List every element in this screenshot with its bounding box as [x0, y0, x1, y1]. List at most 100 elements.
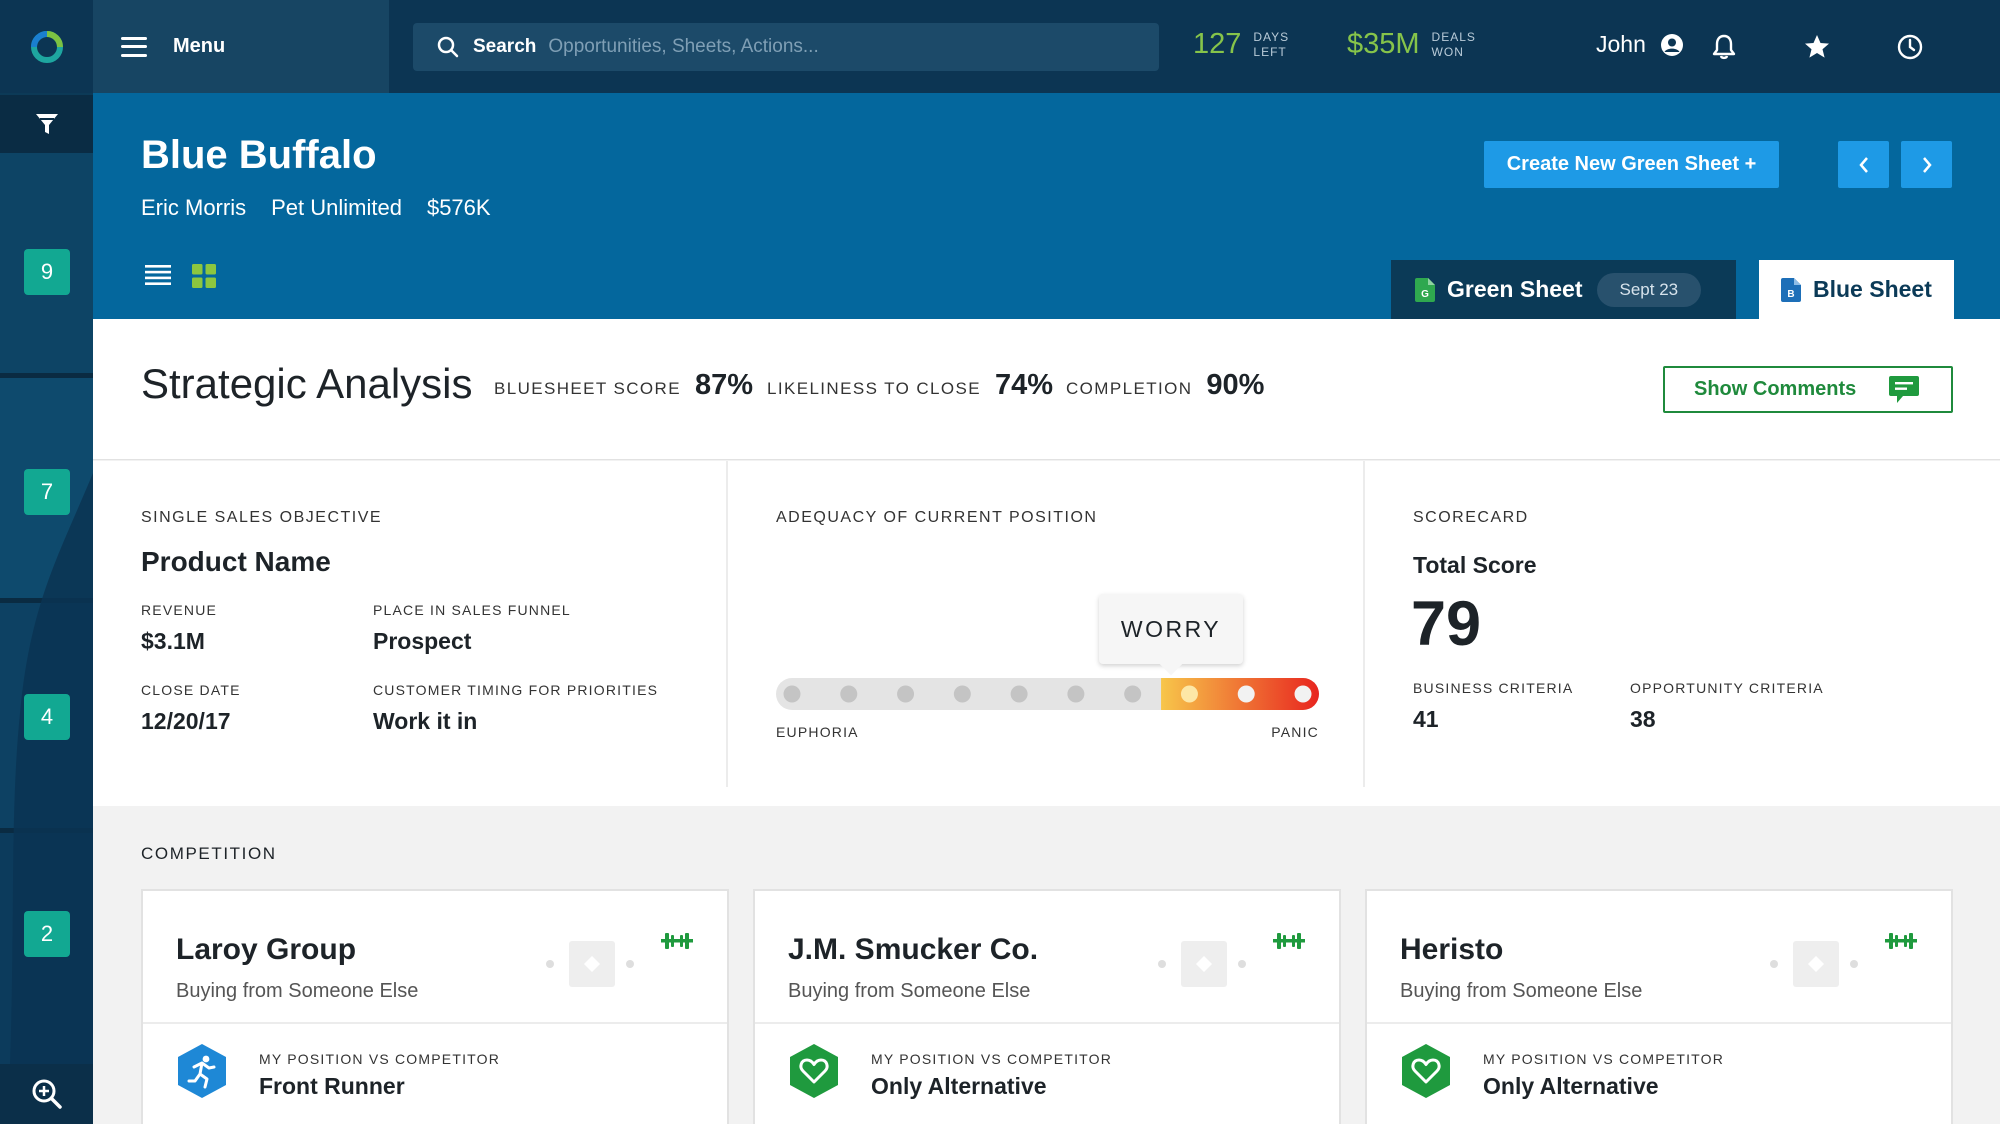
- days-left-kpi: 127 DAYS LEFT: [1193, 28, 1289, 61]
- rating-selector[interactable]: [1157, 941, 1247, 987]
- tooltip-arrow: [1159, 652, 1183, 676]
- position-value: Only Alternative: [871, 1073, 1047, 1099]
- competitor-status: Buying from Someone Else: [788, 980, 1031, 1002]
- scale-step-dot[interactable]: [897, 685, 915, 703]
- rating-selector[interactable]: [545, 941, 635, 987]
- scale-step-dot[interactable]: [1294, 685, 1312, 703]
- grid-view-icon[interactable]: [192, 264, 216, 288]
- stage-rail: 9 7 4 2: [0, 0, 93, 1124]
- position-value: Only Alternative: [1483, 1073, 1659, 1099]
- bluesheet-score-value: 87%: [694, 369, 754, 401]
- objective-caption: SINGLE SALES OBJECTIVE: [141, 509, 383, 526]
- scale-step-dot[interactable]: [1180, 685, 1198, 703]
- avatar-icon: [1660, 33, 1683, 56]
- completion-value: 90%: [1206, 369, 1265, 401]
- days-left-line1: DAYS: [1253, 29, 1290, 44]
- euphoria-label: EUPHORIA: [776, 724, 859, 740]
- menu-button[interactable]: Menu: [93, 0, 389, 93]
- completion-metric: COMPLETION 90%: [1066, 369, 1264, 402]
- competitor-card[interactable]: J.M. Smucker Co. Buying from Someone Els…: [753, 889, 1341, 1124]
- worry-tooltip-text: WORRY: [1120, 615, 1222, 642]
- logo-icon: [30, 30, 63, 63]
- scale-step-dot[interactable]: [783, 685, 801, 703]
- card-divider: [755, 1022, 1339, 1024]
- competitor-card[interactable]: Laroy Group Buying from Someone Else MY …: [141, 889, 729, 1124]
- menu-label: Menu: [173, 35, 226, 57]
- stage-badge[interactable]: 9: [24, 249, 70, 295]
- chevron-left-icon: [1858, 156, 1868, 173]
- close-date-value: 12/20/17: [141, 708, 231, 734]
- deals-won-caption: DEALS WON: [1432, 30, 1476, 60]
- filter-button[interactable]: [0, 95, 93, 153]
- user-name: John: [1596, 31, 1646, 57]
- worry-tooltip: WORRY: [1099, 594, 1243, 676]
- runner-icon: [178, 1044, 226, 1098]
- previous-button[interactable]: [1838, 141, 1889, 188]
- bell-icon[interactable]: [1710, 33, 1738, 61]
- user-menu[interactable]: John: [1596, 31, 1684, 58]
- tab-blue-sheet[interactable]: B Blue Sheet: [1759, 260, 1954, 319]
- clock-icon[interactable]: [1896, 33, 1924, 61]
- competitor-status: Buying from Someone Else: [176, 980, 419, 1002]
- app-logo[interactable]: [0, 0, 93, 93]
- stage-badge[interactable]: 7: [24, 469, 70, 515]
- info-panels: SINGLE SALES OBJECTIVE Product Name REVE…: [93, 461, 2000, 806]
- comment-icon: [1889, 376, 1919, 403]
- opportunity-criteria-value: 38: [1630, 706, 1656, 732]
- likeliness-metric: LIKELINESS TO CLOSE 74%: [767, 369, 1053, 402]
- adequacy-scale: [776, 678, 1319, 710]
- total-score-value: 79: [1411, 589, 1482, 659]
- zoom-button[interactable]: [0, 1064, 93, 1124]
- zoom-in-icon: [32, 1079, 62, 1109]
- deals-won-line1: DEALS: [1431, 29, 1476, 44]
- blue-sheet-doc-icon: B: [1781, 277, 1801, 302]
- search-input[interactable]: [548, 36, 1109, 58]
- blue-doc-letter: B: [1787, 289, 1794, 300]
- scale-step-dot[interactable]: [1124, 685, 1142, 703]
- competition-title: COMPETITION: [141, 844, 277, 863]
- strength-icon: [661, 933, 693, 949]
- competitor-name: Heristo: [1400, 933, 1504, 966]
- funnel-label: PLACE IN SALES FUNNEL: [373, 602, 571, 618]
- product-name: Product Name: [141, 546, 331, 577]
- days-left-line2: LEFT: [1253, 44, 1287, 59]
- total-score-label: Total Score: [1413, 552, 1537, 578]
- stage-badge[interactable]: 2: [24, 911, 70, 957]
- rating-selector[interactable]: [1769, 941, 1859, 987]
- competitor-name: J.M. Smucker Co.: [788, 933, 1039, 966]
- card-divider: [1367, 1022, 1951, 1024]
- scorecard-caption: SCORECARD: [1413, 509, 1529, 526]
- scorecard-panel: SCORECARD Total Score 79 BUSINESS CRITER…: [1365, 461, 2000, 787]
- scale-step-dot[interactable]: [1010, 685, 1028, 703]
- revenue-label: REVENUE: [141, 602, 218, 618]
- scale-step-dot[interactable]: [1237, 685, 1255, 703]
- stage-badge[interactable]: 4: [24, 694, 70, 740]
- star-icon[interactable]: [1803, 33, 1831, 61]
- contact-name[interactable]: Eric Morris: [141, 195, 246, 221]
- tab-green-sheet[interactable]: G Green Sheet Sept 23: [1391, 260, 1736, 319]
- days-left-value: 127: [1193, 28, 1242, 60]
- next-button[interactable]: [1901, 141, 1952, 188]
- card-divider: [143, 1022, 727, 1024]
- company-name[interactable]: Pet Unlimited: [271, 195, 402, 221]
- scale-step-dot[interactable]: [840, 685, 858, 703]
- show-comments-button[interactable]: Show Comments: [1663, 366, 1953, 413]
- deals-won-value: $35M: [1347, 28, 1420, 60]
- competitor-card[interactable]: Heristo Buying from Someone Else MY POSI…: [1365, 889, 1953, 1124]
- scale-step-dot[interactable]: [1067, 685, 1085, 703]
- create-green-sheet-button[interactable]: Create New Green Sheet +: [1484, 141, 1779, 188]
- strength-icon: [1885, 933, 1917, 949]
- list-view-icon[interactable]: [145, 265, 171, 285]
- position-value: Front Runner: [259, 1073, 405, 1099]
- chevron-right-icon: [1922, 156, 1932, 173]
- likeliness-label: LIKELINESS TO CLOSE: [767, 379, 981, 398]
- tab-green-label: Green Sheet: [1447, 276, 1583, 302]
- position-caption: MY POSITION VS COMPETITOR: [259, 1051, 501, 1067]
- bluesheet-score-label: BLUESHEET SCORE: [494, 379, 681, 398]
- revenue-value: $3.1M: [141, 628, 205, 654]
- panic-label: PANIC: [1271, 724, 1319, 740]
- top-bar: Menu Search 127 DAYS LEFT $35M DEALS WON…: [93, 0, 2000, 93]
- filter-icon: [35, 114, 58, 134]
- search-bar[interactable]: Search: [413, 23, 1159, 71]
- scale-step-dot[interactable]: [953, 685, 971, 703]
